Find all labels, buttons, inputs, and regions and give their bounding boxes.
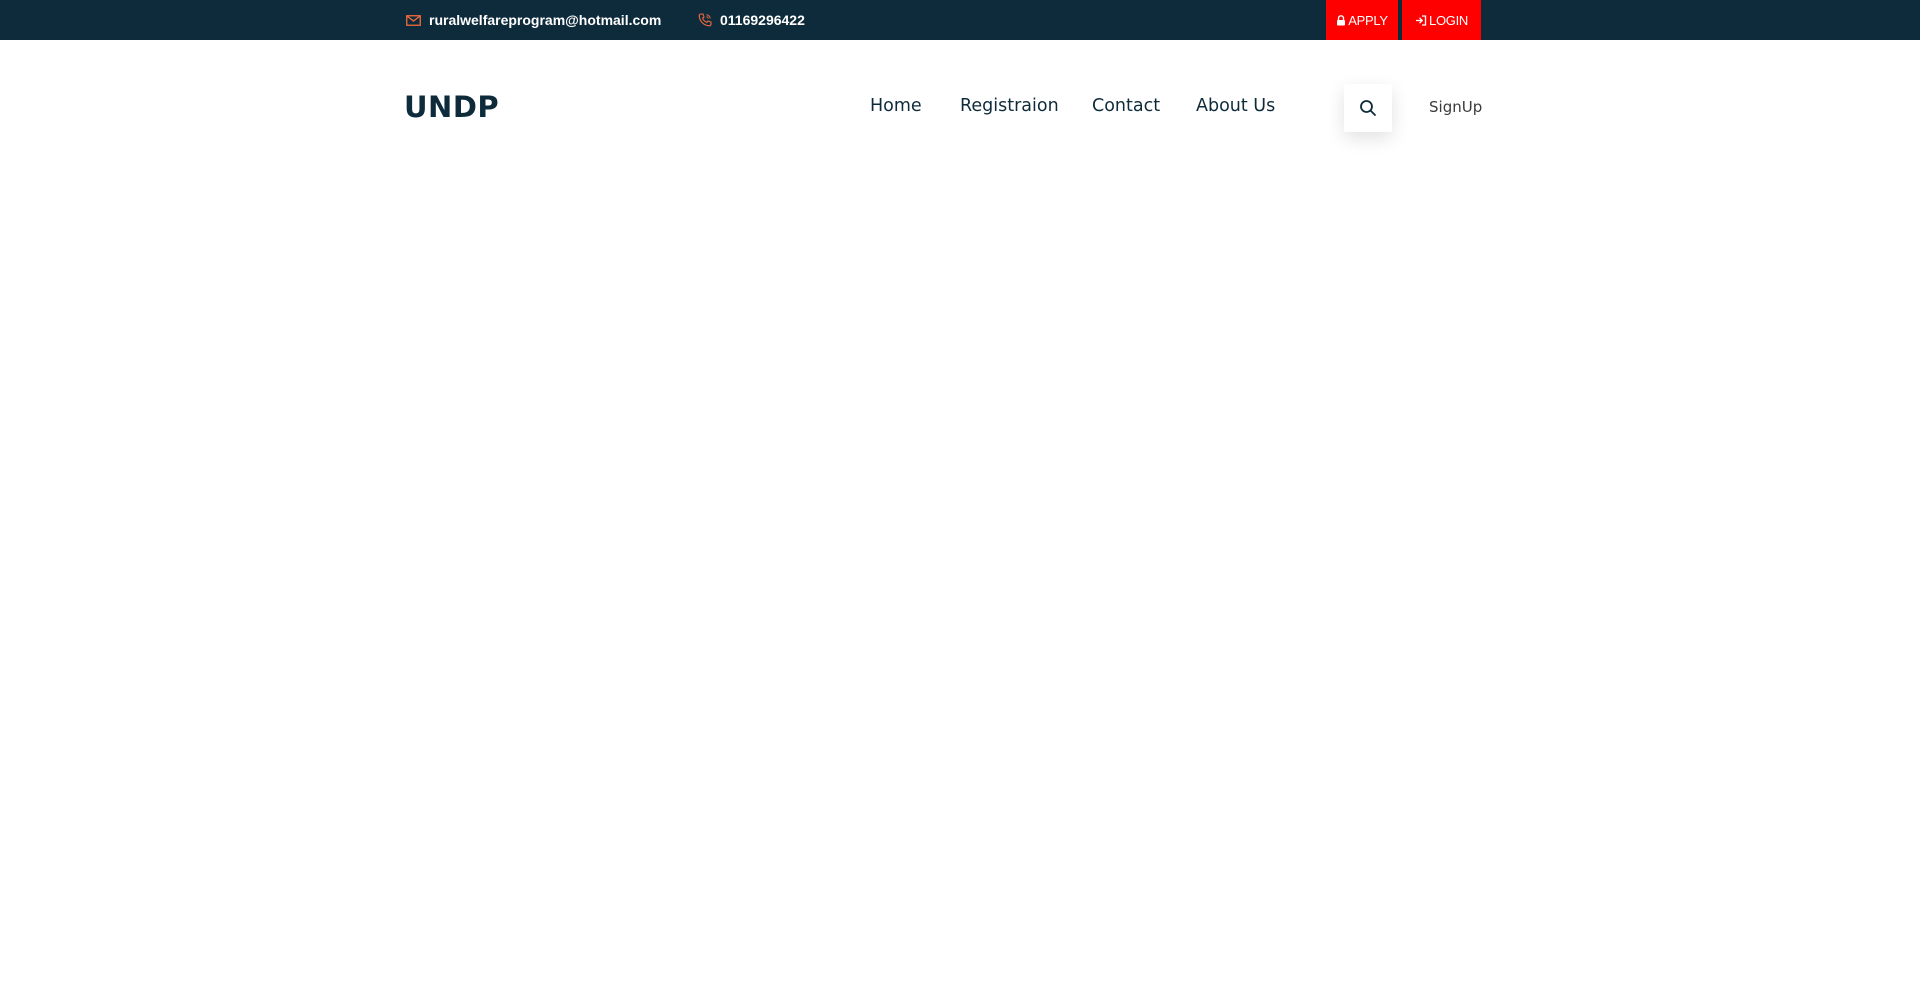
nav-registration[interactable]: Registraion — [960, 96, 1059, 116]
nav-contact[interactable]: Contact — [1092, 96, 1160, 116]
nav-about-us[interactable]: About Us — [1196, 96, 1275, 116]
apply-button[interactable]: APPLY — [1326, 0, 1398, 40]
phone-text: 01169296422 — [720, 12, 805, 28]
email-text: ruralwelfareprogram@hotmail.com — [429, 12, 662, 28]
login-button[interactable]: LOGIN — [1402, 0, 1481, 40]
top-bar: ruralwelfareprogram@hotmail.com 01169296… — [0, 0, 1920, 40]
lock-icon — [1336, 14, 1348, 26]
apply-label: APPLY — [1348, 12, 1388, 28]
login-label: LOGIN — [1429, 12, 1468, 28]
contact-phone[interactable]: 01169296422 — [698, 0, 805, 40]
search-icon — [1359, 99, 1377, 117]
nav-home[interactable]: Home — [870, 96, 922, 116]
phone-icon — [698, 13, 720, 27]
envelope-icon — [406, 14, 429, 26]
site-logo[interactable]: UNDP — [404, 90, 499, 124]
search-button[interactable] — [1344, 84, 1392, 132]
signup-link[interactable]: SignUp — [1429, 98, 1482, 116]
sign-in-icon — [1415, 14, 1429, 26]
contact-email[interactable]: ruralwelfareprogram@hotmail.com — [406, 0, 661, 40]
